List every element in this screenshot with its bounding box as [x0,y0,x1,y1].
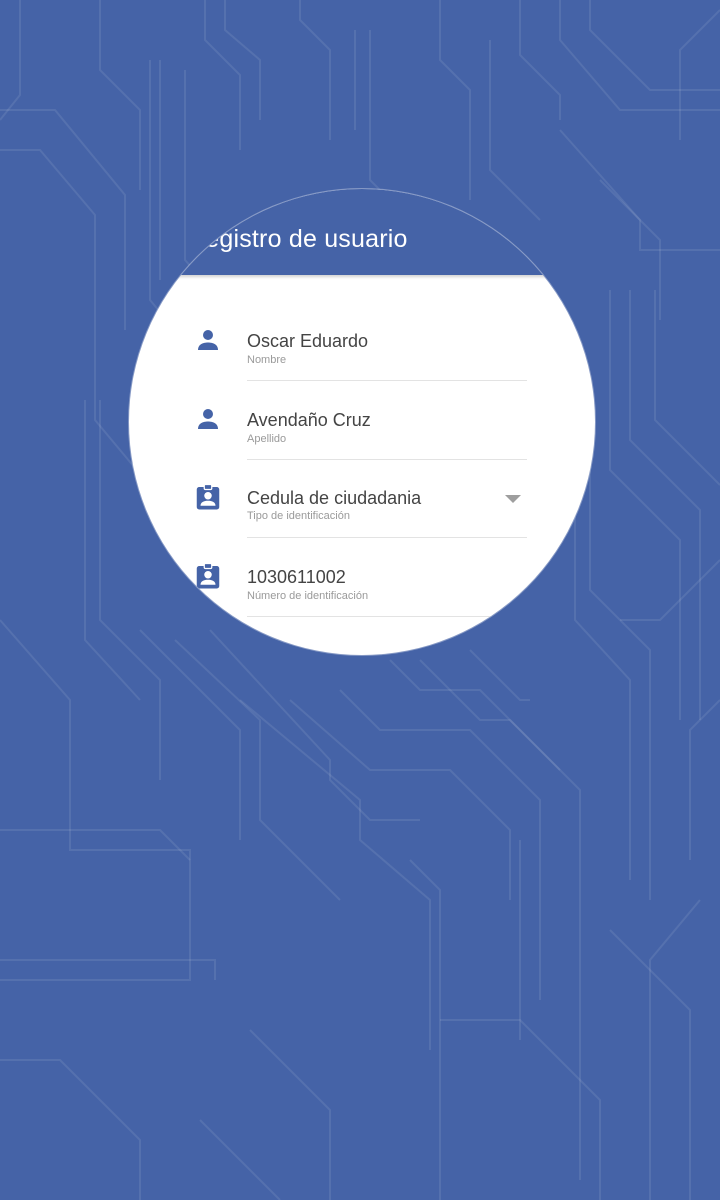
id-badge-icon [196,562,220,589]
field-label: Nombre [247,354,287,366]
partial-field-value[interactable]: xxxxxxx [247,643,310,655]
field-value[interactable]: 1030611002 [247,567,346,588]
page-title: Registro de usuario [187,225,408,253]
field-nombre[interactable]: Oscar Eduardo Nombre [129,301,595,381]
field-label: Apellido [247,433,287,445]
field-numero-identificacion[interactable]: 1030611002 Número de identificación [129,537,595,617]
field-label: Tipo de identificación [247,510,350,522]
field-value[interactable]: Oscar Eduardo [247,331,368,352]
field-divider [247,616,527,617]
field-label: Número de identificación [247,590,369,602]
app-bar: Registro de usuario [129,189,595,275]
field-value[interactable]: Cedula de ciudadania [247,488,421,509]
dropdown-arrow-icon[interactable] [505,495,521,503]
field-value[interactable]: Avendaño Cruz [247,410,371,431]
id-badge-icon [196,483,220,510]
magnifier-lens: Registro de usuario Oscar Eduardo Nombre… [129,189,595,655]
person-icon [198,409,218,429]
person-icon [198,330,218,350]
field-tipo-identificacion[interactable]: Cedula de ciudadania Tipo de identificac… [129,458,595,538]
field-apellido[interactable]: Avendaño Cruz Apellido [129,380,595,460]
